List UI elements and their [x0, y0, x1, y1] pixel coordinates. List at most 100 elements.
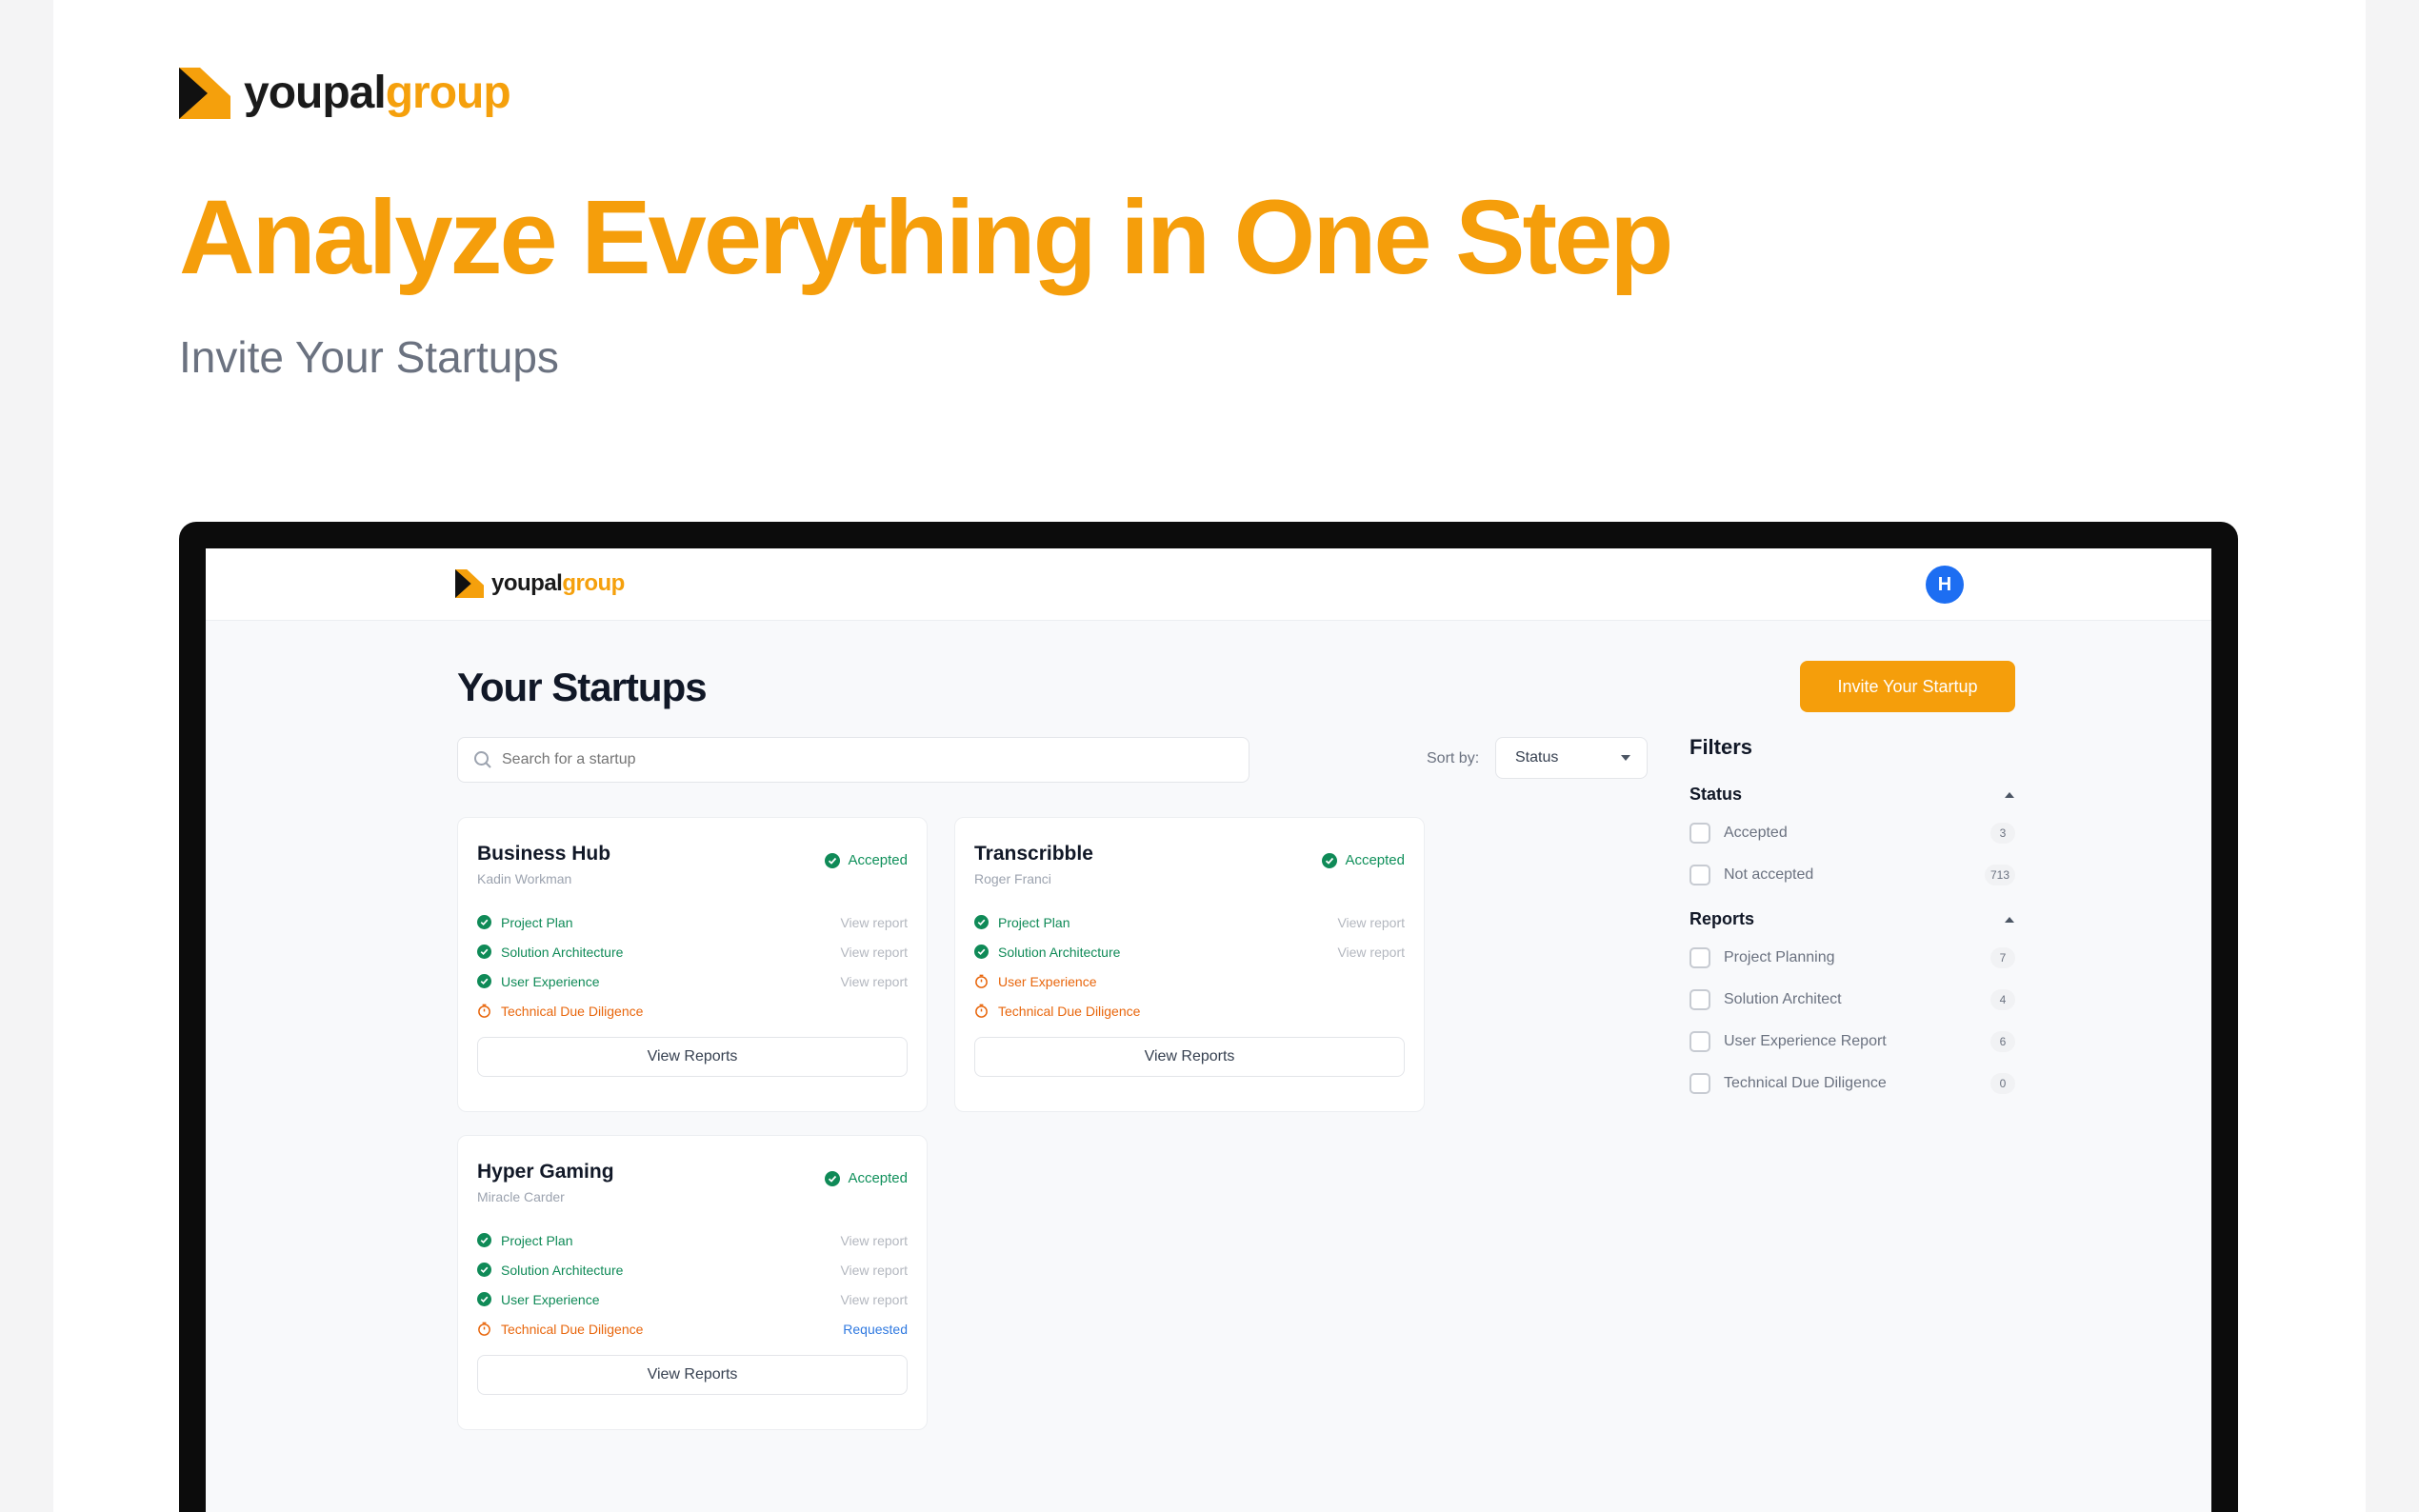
checkbox[interactable] [1689, 865, 1710, 885]
count-badge: 713 [1984, 865, 2015, 885]
search-input[interactable] [502, 751, 1169, 768]
sort-value: Status [1515, 749, 1559, 766]
count-badge: 7 [1990, 947, 2015, 968]
report-row: User Experience View report [477, 1284, 908, 1314]
check-circle-icon [825, 1170, 841, 1186]
check-circle-icon [477, 974, 491, 988]
check-circle-icon [477, 915, 491, 929]
view-report-link[interactable]: View report [840, 1233, 908, 1248]
page-title: Your Startups [457, 665, 708, 709]
view-reports-button[interactable]: View Reports [974, 1037, 1405, 1077]
report-row: Project Plan View report [477, 1225, 908, 1255]
search-box[interactable] [457, 737, 1249, 783]
filter-item[interactable]: User Experience Report 6 [1689, 1021, 2015, 1063]
checkbox[interactable] [1689, 823, 1710, 844]
report-label: Project Plan [998, 914, 1070, 930]
checkbox[interactable] [1689, 989, 1710, 1010]
requested-status: Requested [843, 1321, 908, 1337]
sort-label: Sort by: [1427, 750, 1480, 766]
monitor-frame: youpalgroup H Your Startups Invite Your … [179, 522, 2238, 1512]
app-brand-name: youpalgroup [491, 570, 625, 597]
view-report-link[interactable]: View report [840, 915, 908, 930]
filter-label: Solution Architect [1724, 991, 1842, 1007]
status-badge: Accepted [825, 852, 908, 868]
report-label: User Experience [501, 973, 600, 989]
report-row: Project Plan View report [477, 907, 908, 937]
count-badge: 3 [1990, 823, 2015, 844]
brand-logo: youpalgroup [179, 67, 511, 119]
status-badge-label: Accepted [848, 852, 908, 868]
filter-section-status[interactable]: Status [1689, 785, 2015, 805]
report-row: User Experience View report [477, 966, 908, 996]
view-reports-button[interactable]: View Reports [477, 1355, 908, 1395]
startup-name: Hyper Gaming [477, 1161, 614, 1183]
report-label: Solution Architecture [501, 944, 624, 960]
check-circle-icon [477, 1263, 491, 1277]
checkbox[interactable] [1689, 1031, 1710, 1052]
report-row: Technical Due Diligence Requested [477, 1314, 908, 1343]
report-row: Solution Architecture View report [477, 1255, 908, 1284]
view-report-link[interactable]: View report [1337, 915, 1405, 930]
check-circle-icon [974, 945, 989, 959]
view-report-link[interactable]: View report [840, 974, 908, 989]
filter-label: Technical Due Diligence [1724, 1075, 1887, 1091]
filter-item[interactable]: Technical Due Diligence 0 [1689, 1063, 2015, 1104]
chevron-up-icon [2005, 916, 2014, 923]
check-circle-icon [477, 1292, 491, 1306]
check-circle-icon [974, 915, 989, 929]
report-row: Technical Due Diligence [477, 996, 908, 1025]
report-label: Technical Due Diligence [501, 1321, 644, 1337]
startup-name: Business Hub [477, 843, 611, 865]
report-row: Technical Due Diligence [974, 996, 1405, 1025]
filter-item[interactable]: Not accepted 713 [1689, 854, 2015, 896]
youpal-logo-icon [455, 569, 484, 598]
check-circle-icon [477, 945, 491, 959]
timer-icon [975, 1004, 988, 1018]
app-brand-name-part2: group [562, 570, 625, 596]
app-topbar: youpalgroup H [206, 548, 2211, 621]
checkbox[interactable] [1689, 1073, 1710, 1094]
startup-owner: Miracle Carder [477, 1189, 565, 1204]
startup-card: Business Hub Kadin Workman Accepted Proj… [457, 817, 928, 1112]
filters-title: Filters [1689, 735, 1753, 759]
view-reports-button[interactable]: View Reports [477, 1037, 908, 1077]
report-row: Solution Architecture View report [974, 937, 1405, 966]
view-report-link[interactable]: View report [1337, 945, 1405, 960]
report-label: Solution Architecture [998, 944, 1121, 960]
search-icon [474, 751, 491, 768]
check-circle-icon [825, 852, 841, 868]
report-label: User Experience [501, 1291, 600, 1307]
startup-name: Transcribble [974, 843, 1093, 865]
filter-section-title: Status [1689, 785, 1743, 804]
invite-startup-button[interactable]: Invite Your Startup [1800, 661, 2015, 712]
check-circle-icon [1322, 852, 1338, 868]
status-badge-label: Accepted [1345, 852, 1405, 868]
check-circle-icon [477, 1233, 491, 1247]
filter-item[interactable]: Solution Architect 4 [1689, 979, 2015, 1021]
sort-select[interactable]: Status [1495, 737, 1648, 779]
filter-label: User Experience Report [1724, 1033, 1887, 1049]
brand-name: youpalgroup [244, 67, 511, 119]
app-brand-logo[interactable]: youpalgroup [455, 569, 625, 598]
report-row: User Experience [974, 966, 1405, 996]
filter-label: Not accepted [1724, 866, 1814, 883]
status-badge: Accepted [825, 1170, 908, 1186]
count-badge: 0 [1990, 1073, 2015, 1094]
filter-section-title: Reports [1689, 909, 1755, 928]
status-badge-label: Accepted [848, 1170, 908, 1186]
timer-icon [478, 1322, 490, 1336]
view-report-link[interactable]: View report [840, 1292, 908, 1307]
view-report-link[interactable]: View report [840, 1263, 908, 1278]
status-badge: Accepted [1322, 852, 1405, 868]
filter-item[interactable]: Project Planning 7 [1689, 937, 2015, 979]
user-avatar[interactable]: H [1926, 566, 1964, 604]
filter-section-reports[interactable]: Reports [1689, 909, 2015, 929]
filter-label: Accepted [1724, 825, 1788, 841]
count-badge: 4 [1990, 989, 2015, 1010]
count-badge: 6 [1990, 1031, 2015, 1052]
timer-icon [478, 1004, 490, 1018]
view-report-link[interactable]: View report [840, 945, 908, 960]
brand-name-part2: group [385, 68, 511, 118]
filter-item[interactable]: Accepted 3 [1689, 812, 2015, 854]
checkbox[interactable] [1689, 947, 1710, 968]
